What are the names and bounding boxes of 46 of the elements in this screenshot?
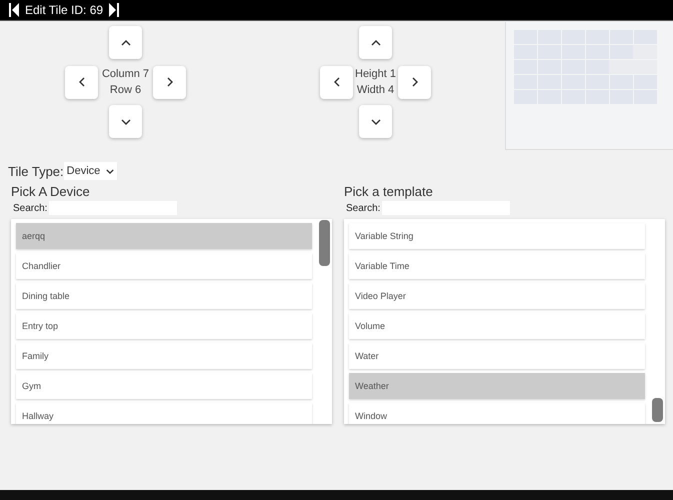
list-item[interactable]: Gym xyxy=(16,373,312,399)
picker-heading: Pick a template xyxy=(344,184,434,199)
list-item[interactable]: Dining table xyxy=(16,283,312,309)
tile-type-label: Tile Type: xyxy=(8,164,64,178)
up-button[interactable] xyxy=(109,26,142,59)
position-label: Height 1 xyxy=(355,67,396,82)
list-item[interactable]: Hallway xyxy=(16,403,312,424)
list-item[interactable]: Variable String xyxy=(349,223,645,249)
position-label: Column 7 xyxy=(102,67,150,82)
right-button[interactable] xyxy=(398,66,431,98)
list-item[interactable]: Weather xyxy=(349,373,645,399)
chevron-down-icon xyxy=(370,118,380,124)
left-button[interactable] xyxy=(65,66,98,98)
left-button[interactable] xyxy=(320,66,353,98)
scrollbar-thumb[interactable] xyxy=(652,398,663,422)
chevron-down-icon xyxy=(106,168,114,174)
search-label: Search: xyxy=(346,202,380,214)
window-title: Edit Tile ID: 69 xyxy=(25,3,104,17)
list-item[interactable]: Variable Time xyxy=(349,253,645,279)
picker-heading: Pick A Device xyxy=(11,184,91,199)
right-button[interactable] xyxy=(153,66,186,98)
list-item[interactable]: Volume xyxy=(349,313,645,339)
scrollbar-thumb[interactable] xyxy=(319,220,330,266)
tile-type-select[interactable]: Device xyxy=(64,162,118,180)
position-label: Row 6 xyxy=(110,83,142,98)
skip-back-icon[interactable] xyxy=(9,3,19,17)
search-label: Search: xyxy=(13,202,48,214)
list-item[interactable]: Window xyxy=(349,403,645,424)
list-item[interactable]: Entry top xyxy=(16,313,312,339)
up-button[interactable] xyxy=(359,26,392,59)
skip-forward-icon[interactable] xyxy=(109,3,120,17)
down-button[interactable] xyxy=(109,105,142,138)
chevron-up-icon xyxy=(370,40,380,46)
chevron-right-icon xyxy=(166,77,172,87)
chevron-up-icon xyxy=(120,40,130,46)
chevron-left-icon xyxy=(78,77,84,87)
list-item[interactable]: Video Player xyxy=(349,283,645,309)
list-item[interactable]: aerqq xyxy=(16,223,312,249)
list-item[interactable]: Water xyxy=(349,343,645,369)
list-item[interactable]: Chandlier xyxy=(16,253,312,279)
chevron-right-icon xyxy=(412,77,418,87)
chevron-down-icon xyxy=(120,118,130,124)
down-button[interactable] xyxy=(359,105,392,138)
chevron-left-icon xyxy=(334,77,340,87)
position-label: Width 4 xyxy=(356,83,394,98)
list-item[interactable]: Family xyxy=(16,343,312,369)
